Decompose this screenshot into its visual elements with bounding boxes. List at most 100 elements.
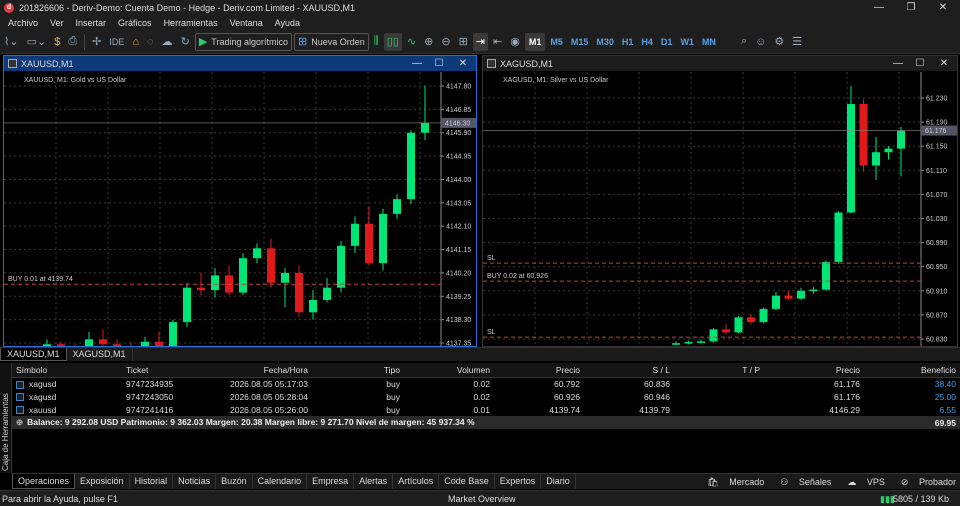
menu-archivo[interactable]: Archivo: [8, 18, 38, 28]
menu-ver[interactable]: Ver: [50, 18, 64, 28]
tf-mn[interactable]: MN: [698, 37, 720, 47]
layers-icon[interactable]: ☰: [789, 33, 805, 51]
settings-icon[interactable]: ⚙: [771, 33, 787, 51]
vps-button[interactable]: ☁ VPS: [839, 477, 885, 488]
col-profit[interactable]: Beneficio: [864, 363, 960, 378]
chart-minimize-button[interactable]: —: [406, 56, 428, 71]
tab-alertas[interactable]: Alertas: [354, 474, 394, 489]
signal-icon[interactable]: ◌: [144, 33, 157, 51]
cloud-icon[interactable]: ☁: [159, 33, 176, 51]
candle-body: [684, 342, 693, 344]
tf-m15[interactable]: M15: [567, 37, 593, 47]
tab-articulos[interactable]: Artículos: [393, 474, 440, 489]
signals-button[interactable]: ⚇ Señales: [772, 477, 831, 488]
cell-tp[interactable]: [674, 390, 764, 403]
axis-tick-label: 4144.00: [446, 177, 471, 184]
chart-maximize-button[interactable]: ☐: [428, 56, 450, 71]
chart-tab-xauusd[interactable]: XAUUSD,M1: [0, 348, 67, 361]
menu-insertar[interactable]: Insertar: [76, 18, 107, 28]
tf-h4[interactable]: H4: [637, 37, 657, 47]
zoom-out-icon[interactable]: ⊖: [438, 33, 453, 51]
minimize-button[interactable]: —: [864, 0, 894, 16]
screenshot-icon[interactable]: ◉: [507, 33, 523, 51]
profiles-icon[interactable]: ▭⌄: [24, 33, 50, 51]
tf-m1[interactable]: M1: [524, 32, 546, 51]
menu-graficos[interactable]: Gráficos: [118, 18, 152, 28]
line-chart-icon[interactable]: ∿: [404, 33, 419, 51]
chart-plot[interactable]: 61.230 61.190 61.150 61.110 61.070 61.030 60.9…: [483, 72, 957, 346]
refresh-icon[interactable]: ↻: [178, 33, 193, 51]
candlestick-icon[interactable]: ▯▯: [383, 32, 402, 51]
bar-chart-icon[interactable]: ⫼: [371, 33, 382, 51]
chart-window-xauusd[interactable]: XAUUSD,M1 — ☐ ✕ 4147.80 4146.85 4145.90 414…: [3, 55, 477, 347]
user-icon[interactable]: ☺: [752, 33, 769, 51]
new-order-button[interactable]: ⊞ Nueva Orden: [293, 32, 369, 51]
price-chart-xauusd[interactable]: 4147.80 4146.85 4145.90 4144.95 4144.00 4143.…: [4, 72, 476, 346]
col-price[interactable]: Precio: [494, 363, 584, 378]
chart-plot[interactable]: 4147.80 4146.85 4145.90 4144.95 4144.00 4143.…: [4, 72, 476, 346]
col-symbol[interactable]: Símbolo: [12, 363, 122, 378]
price-chart-xagusd[interactable]: 61.23061.19061.15061.11061.07061.03060.9…: [483, 72, 957, 346]
tab-empresa[interactable]: Empresa: [307, 474, 355, 489]
chart-maximize-button[interactable]: ☐: [909, 56, 931, 71]
close-button[interactable]: ✕: [928, 0, 958, 16]
cell-tp[interactable]: [674, 403, 764, 416]
tab-noticias[interactable]: Noticias: [173, 474, 217, 489]
col-current-price[interactable]: Precio: [764, 363, 864, 378]
tester-button[interactable]: ⊘ Probador: [893, 477, 956, 488]
chart-minimize-button[interactable]: —: [887, 56, 909, 71]
crosshair-icon[interactable]: ✢: [89, 33, 104, 51]
restore-button[interactable]: ❐: [896, 0, 926, 16]
tf-w1[interactable]: W1: [676, 37, 698, 47]
tab-exposicion[interactable]: Exposición: [75, 474, 130, 489]
col-tp[interactable]: T / P: [674, 363, 764, 378]
market-button[interactable]: 🛍 Mercado: [699, 477, 764, 488]
col-volume[interactable]: Volumen: [404, 363, 494, 378]
table-row[interactable]: xauusd 9747241416 2026.08.05 05:26:00 bu…: [12, 403, 960, 416]
tab-buzon[interactable]: Buzón: [216, 474, 253, 489]
tab-operaciones[interactable]: Operaciones: [12, 474, 76, 489]
tab-expertos[interactable]: Expertos: [495, 474, 542, 489]
tab-code-base[interactable]: Code Base: [439, 474, 495, 489]
grid-icon[interactable]: ⊞: [456, 33, 471, 51]
tab-calendario[interactable]: Calendario: [253, 474, 308, 489]
search-icon[interactable]: ⌕: [738, 33, 750, 51]
tf-h1[interactable]: H1: [618, 37, 638, 47]
chart-tab-xagusd[interactable]: XAGUSD,M1: [67, 348, 133, 361]
col-time[interactable]: Fecha/Hora: [212, 363, 312, 378]
shift-icon[interactable]: ⇤: [490, 33, 505, 51]
chart-window-xagusd[interactable]: XAGUSD,M1 — ☐ ✕ 61.230 61.190 61.150 61.110…: [482, 55, 958, 347]
tf-d1[interactable]: D1: [657, 37, 677, 47]
lock-icon[interactable]: ⌂: [129, 33, 142, 51]
autoscroll-icon[interactable]: ⇥: [472, 32, 488, 51]
cell-tp[interactable]: [674, 377, 764, 390]
chart-close-button[interactable]: ✕: [933, 56, 955, 71]
tab-historial[interactable]: Historial: [130, 474, 174, 489]
axis-tick-label: 4137.35: [446, 341, 471, 347]
tf-m5[interactable]: M5: [546, 37, 567, 47]
account-icon[interactable]: $: [51, 33, 63, 51]
cell-sl[interactable]: 4139.79: [584, 403, 674, 416]
col-ticket[interactable]: Ticket: [122, 363, 212, 378]
table-row[interactable]: xagusd 9747243050 2026.08.05 05:28:04 bu…: [12, 390, 960, 403]
menu-herramientas[interactable]: Herramientas: [164, 18, 218, 28]
col-type[interactable]: Tipo: [312, 363, 404, 378]
col-sl[interactable]: S / L: [584, 363, 674, 378]
zoom-in-icon[interactable]: ⊕: [421, 33, 436, 51]
candle-body: [113, 344, 121, 346]
candle-body: [872, 152, 880, 166]
menu-ayuda[interactable]: Ayuda: [275, 18, 300, 28]
table-row[interactable]: xagusd 9747234935 2026.08.05 05:17:03 bu…: [12, 377, 960, 390]
cell-sl[interactable]: 60.836: [584, 377, 674, 390]
algo-trading-button[interactable]: ▶ Trading algorítmico: [194, 32, 292, 51]
chart-close-button[interactable]: ✕: [452, 56, 474, 71]
toolbox-sidebar[interactable]: Caja de Herramientas: [0, 363, 12, 473]
menu-ventana[interactable]: Ventana: [230, 18, 263, 28]
candle-body: [379, 213, 387, 264]
chart-type-icon[interactable]: ⌇⌄: [1, 33, 22, 51]
tab-diario[interactable]: Diario: [541, 474, 576, 489]
print-icon[interactable]: ⎙: [65, 33, 80, 51]
cell-sl[interactable]: 60.946: [584, 390, 674, 403]
tf-m30[interactable]: M30: [592, 37, 618, 47]
ide-button[interactable]: IDE: [106, 33, 127, 51]
